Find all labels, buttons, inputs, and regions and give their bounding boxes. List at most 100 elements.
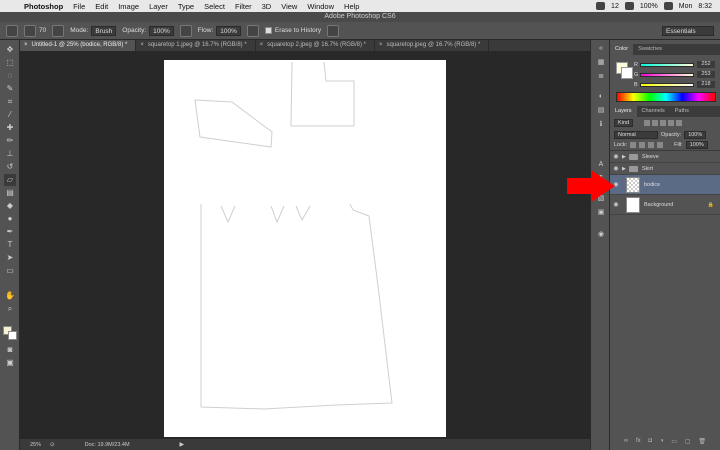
zoom-tool-icon[interactable]: ⌕ [4, 303, 16, 315]
hand-tool-icon[interactable]: ✋ [4, 290, 16, 302]
new-group-icon[interactable]: ▭ [671, 438, 677, 448]
move-tool-icon[interactable]: ✥ [4, 44, 16, 56]
slider-value[interactable]: 218 [697, 81, 715, 88]
lock-all-icon[interactable] [657, 142, 664, 148]
blue-slider[interactable]: B 218 [634, 80, 720, 89]
blend-mode-select[interactable]: Normal [614, 130, 658, 139]
clock-time[interactable]: 8:32 [698, 3, 712, 10]
battery-icon[interactable] [663, 2, 673, 10]
menu-view[interactable]: View [281, 2, 297, 11]
quick-select-tool-icon[interactable]: ✎ [4, 83, 16, 95]
airbrush-icon[interactable] [246, 24, 259, 37]
menu-edit[interactable]: Edit [95, 2, 108, 11]
brush-preset-icon[interactable] [24, 24, 36, 37]
tab-layers[interactable]: Layers [610, 106, 637, 117]
clone-stamp-tool-icon[interactable]: ⊥ [4, 148, 16, 160]
pixel-filter-icon[interactable] [644, 120, 651, 126]
slider-value[interactable]: 252 [697, 61, 715, 68]
path-select-tool-icon[interactable]: ➤ [4, 252, 16, 264]
shape-filter-icon[interactable] [668, 120, 675, 126]
tab-paths[interactable]: Paths [670, 106, 694, 117]
close-icon[interactable]: × [140, 42, 144, 48]
layer-name[interactable]: Skirt [642, 166, 653, 172]
disclosure-triangle-icon[interactable]: ▶ [622, 154, 629, 160]
layer-row-selected[interactable]: ◉ bodice [610, 175, 720, 195]
layer-group-row[interactable]: ◉ ▶ Sleeve [610, 151, 720, 163]
smart-filter-icon[interactable] [676, 120, 683, 126]
document-tab[interactable]: × squaretop 1.jpeg @ 16.7% (RGB/8) * [136, 40, 256, 51]
close-icon[interactable]: × [260, 42, 264, 48]
styles-icon[interactable]: ▤ [595, 106, 607, 116]
quick-mask-icon[interactable]: ◙ [4, 344, 16, 356]
red-slider[interactable]: R 252 [634, 60, 720, 69]
lock-position-icon[interactable] [648, 142, 655, 148]
slider-value[interactable]: 253 [697, 71, 715, 78]
healing-brush-tool-icon[interactable]: ✚ [4, 122, 16, 134]
navigator-icon[interactable]: ▣ [595, 208, 607, 218]
layer-row[interactable]: ◉ Background 🔒 [610, 195, 720, 215]
document-tab[interactable]: × squaretop 2.jpeg @ 16.7% (RGB/8) * [256, 40, 375, 51]
erase-history-checkbox[interactable] [264, 27, 272, 34]
status-info-icon[interactable]: ⊙ [50, 442, 55, 448]
pen-tool-icon[interactable]: ✒ [4, 226, 16, 238]
status-menu-arrow-icon[interactable]: ▶ [180, 441, 185, 448]
panel-background-swatch[interactable] [621, 67, 633, 79]
wifi-icon[interactable] [624, 2, 634, 10]
pressure-size-icon[interactable] [327, 24, 340, 37]
properties-icon[interactable]: ≣ [595, 72, 607, 82]
lasso-tool-icon[interactable]: ◌ [4, 70, 16, 82]
3d-icon[interactable]: ◉ [595, 230, 607, 240]
color-spectrum[interactable] [616, 92, 716, 102]
blur-tool-icon[interactable]: ◆ [4, 200, 16, 212]
info-icon[interactable]: ℹ [595, 120, 607, 130]
green-slider[interactable]: G 253 [634, 70, 720, 79]
adjustments-icon[interactable]: ◐ [595, 92, 607, 102]
eyedropper-tool-icon[interactable]: ⁄ [4, 109, 16, 121]
trash-icon[interactable]: 🗑 [698, 438, 706, 448]
visibility-eye-icon[interactable]: ◉ [610, 201, 622, 208]
workspace-select[interactable]: Essentials [662, 26, 714, 36]
canvas-area[interactable] [20, 51, 590, 439]
menu-select[interactable]: Select [204, 2, 225, 11]
kind-filter-select[interactable]: Kind [614, 119, 634, 127]
eraser-tool-icon[interactable] [6, 24, 18, 37]
shape-tool-icon[interactable]: ▭ [4, 265, 16, 277]
fx-icon[interactable]: fx [636, 438, 641, 448]
slider-track[interactable] [640, 62, 694, 67]
menu-layer[interactable]: Layer [149, 2, 168, 11]
flow-input[interactable]: 100% [216, 25, 241, 36]
menu-file[interactable]: File [73, 2, 85, 11]
tab-swatches[interactable]: Swatches [633, 44, 667, 55]
new-layer-icon[interactable]: ▢ [685, 438, 691, 448]
zoom-level[interactable]: 25% [30, 442, 50, 448]
visibility-eye-icon[interactable]: ◉ [610, 153, 622, 160]
status-icon[interactable] [596, 2, 606, 10]
fill-input[interactable]: 100% [685, 141, 708, 149]
document-tab[interactable]: × squaretop.jpeg @ 16.7% (RGB/8) * [375, 40, 490, 51]
close-icon[interactable]: × [379, 42, 383, 48]
collapse-icon[interactable]: « [595, 44, 607, 54]
type-tool-icon[interactable]: T [4, 239, 16, 251]
menu-image[interactable]: Image [118, 2, 139, 11]
layer-opacity-input[interactable]: 100% [684, 130, 707, 139]
dodge-tool-icon[interactable]: ● [4, 213, 16, 225]
menu-app-name[interactable]: Photoshop [24, 2, 63, 11]
layer-name[interactable]: Sleeve [642, 154, 659, 160]
menu-type[interactable]: Type [178, 2, 194, 11]
screen-mode-icon[interactable]: ▣ [4, 357, 16, 369]
crop-tool-icon[interactable]: ⌗ [4, 96, 16, 108]
link-icon[interactable]: ∞ [624, 438, 628, 448]
mask-icon[interactable]: ◘ [649, 438, 653, 448]
eraser-tool-icon[interactable]: ▱ [4, 174, 16, 186]
tab-color[interactable]: Color [610, 44, 634, 55]
document-tab[interactable]: × Untitled-1 @ 25% (bodice, RGB/8) * [20, 40, 137, 51]
brush-tool-icon[interactable]: ✏ [4, 135, 16, 147]
disclosure-triangle-icon[interactable]: ▶ [622, 166, 629, 172]
close-icon[interactable]: × [24, 42, 28, 48]
adjustment-filter-icon[interactable] [652, 120, 659, 126]
menu-window[interactable]: Window [307, 2, 334, 11]
clock-day[interactable]: Mon [679, 3, 693, 10]
slider-track[interactable] [640, 72, 694, 77]
opacity-input[interactable]: 100% [149, 25, 174, 36]
lock-pixels-icon[interactable] [639, 142, 646, 148]
